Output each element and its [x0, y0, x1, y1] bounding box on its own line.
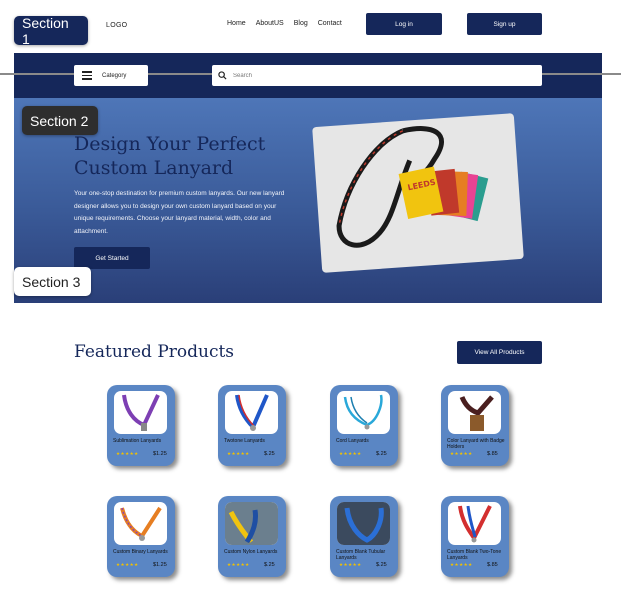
- get-started-button[interactable]: Get Started: [74, 247, 150, 269]
- logo[interactable]: LOGO: [106, 22, 127, 29]
- product-name: Custom Blank Tubular Lanyards: [336, 549, 386, 561]
- product-price: $.25: [264, 451, 275, 457]
- product-image: [114, 391, 167, 434]
- nav-home[interactable]: Home: [227, 20, 246, 27]
- product-price: $.25: [376, 562, 387, 568]
- hero-lanyard-image: LEEDS: [312, 113, 524, 273]
- rating-stars: ★★★★★: [116, 562, 139, 567]
- nav-blog[interactable]: Blog: [294, 20, 308, 27]
- product-name: Sublimation Lanyards: [113, 438, 162, 444]
- rating-stars: ★★★★★: [450, 451, 473, 456]
- category-dropdown[interactable]: Category: [74, 65, 148, 86]
- product-image: [337, 391, 390, 434]
- product-price: $.25: [376, 451, 387, 457]
- product-card[interactable]: Custom Blank Two-Tone Lanyards ★★★★★ $.85: [441, 496, 509, 577]
- signup-button[interactable]: Sign up: [467, 13, 542, 35]
- product-card[interactable]: Color Lanyard with Badge Holders ★★★★★ $.8…: [441, 385, 509, 466]
- product-name: Twotone Lanyards: [224, 438, 265, 444]
- product-name: Custom Nylon Lanyards: [224, 549, 278, 555]
- nav-contact[interactable]: Contact: [318, 20, 342, 27]
- search-icon: [218, 71, 227, 80]
- rating-stars: ★★★★★: [450, 562, 473, 567]
- product-image: [448, 391, 501, 434]
- hero-title: Design Your Perfect Custom Lanyard: [74, 133, 266, 179]
- search-input[interactable]: [233, 72, 513, 79]
- product-card[interactable]: Sublimation Lanyards ★★★★★ $1.25: [107, 385, 175, 466]
- featured-title: Featured Products: [74, 342, 235, 362]
- product-card[interactable]: Custom Blank Tubular Lanyards ★★★★★ $.25: [330, 496, 398, 577]
- product-name: Color Lanyard with Badge Holders: [447, 438, 505, 450]
- rating-stars: ★★★★★: [227, 451, 250, 456]
- rating-stars: ★★★★★: [339, 562, 362, 567]
- hero-description: Your one-stop destination for premium cu…: [74, 190, 285, 235]
- login-button[interactable]: Log in: [366, 13, 442, 35]
- product-price: $.85: [487, 562, 498, 568]
- view-all-products-button[interactable]: View All Products: [457, 341, 542, 364]
- nav-about[interactable]: AboutUS: [256, 20, 284, 27]
- product-card[interactable]: Twotone Lanyards ★★★★★ $.25: [218, 385, 286, 466]
- product-name: Cord Lanyards: [336, 438, 369, 444]
- search-box[interactable]: [212, 65, 542, 86]
- section-1-tag: Section 1: [14, 15, 88, 47]
- product-image: [448, 502, 501, 545]
- rating-stars: ★★★★★: [116, 451, 139, 456]
- menu-icon: [82, 71, 92, 80]
- section-2-tag: Section 2: [22, 106, 98, 135]
- rating-stars: ★★★★★: [227, 562, 250, 567]
- product-price: $.25: [264, 562, 275, 568]
- rating-stars: ★★★★★: [339, 451, 362, 456]
- product-name: Custom Blank Two-Tone Lanyards: [447, 549, 502, 561]
- product-name: Custom Binary Lanyards: [113, 549, 168, 555]
- product-price: $1.25: [153, 562, 167, 568]
- product-image: [114, 502, 167, 545]
- section-3-tag: Section 3: [14, 267, 91, 296]
- main-nav: Home AboutUS Blog Contact: [227, 20, 342, 27]
- product-image: [225, 391, 278, 434]
- product-price: $.85: [487, 451, 498, 457]
- category-label: Category: [102, 72, 127, 79]
- product-card[interactable]: Custom Nylon Lanyards ★★★★★ $.25: [218, 496, 286, 577]
- product-price: $1.25: [153, 451, 167, 457]
- product-image: [337, 502, 390, 545]
- product-card[interactable]: Custom Binary Lanyards ★★★★★ $1.25: [107, 496, 175, 577]
- product-card[interactable]: Cord Lanyards ★★★★★ $.25: [330, 385, 398, 466]
- product-image: [225, 502, 278, 545]
